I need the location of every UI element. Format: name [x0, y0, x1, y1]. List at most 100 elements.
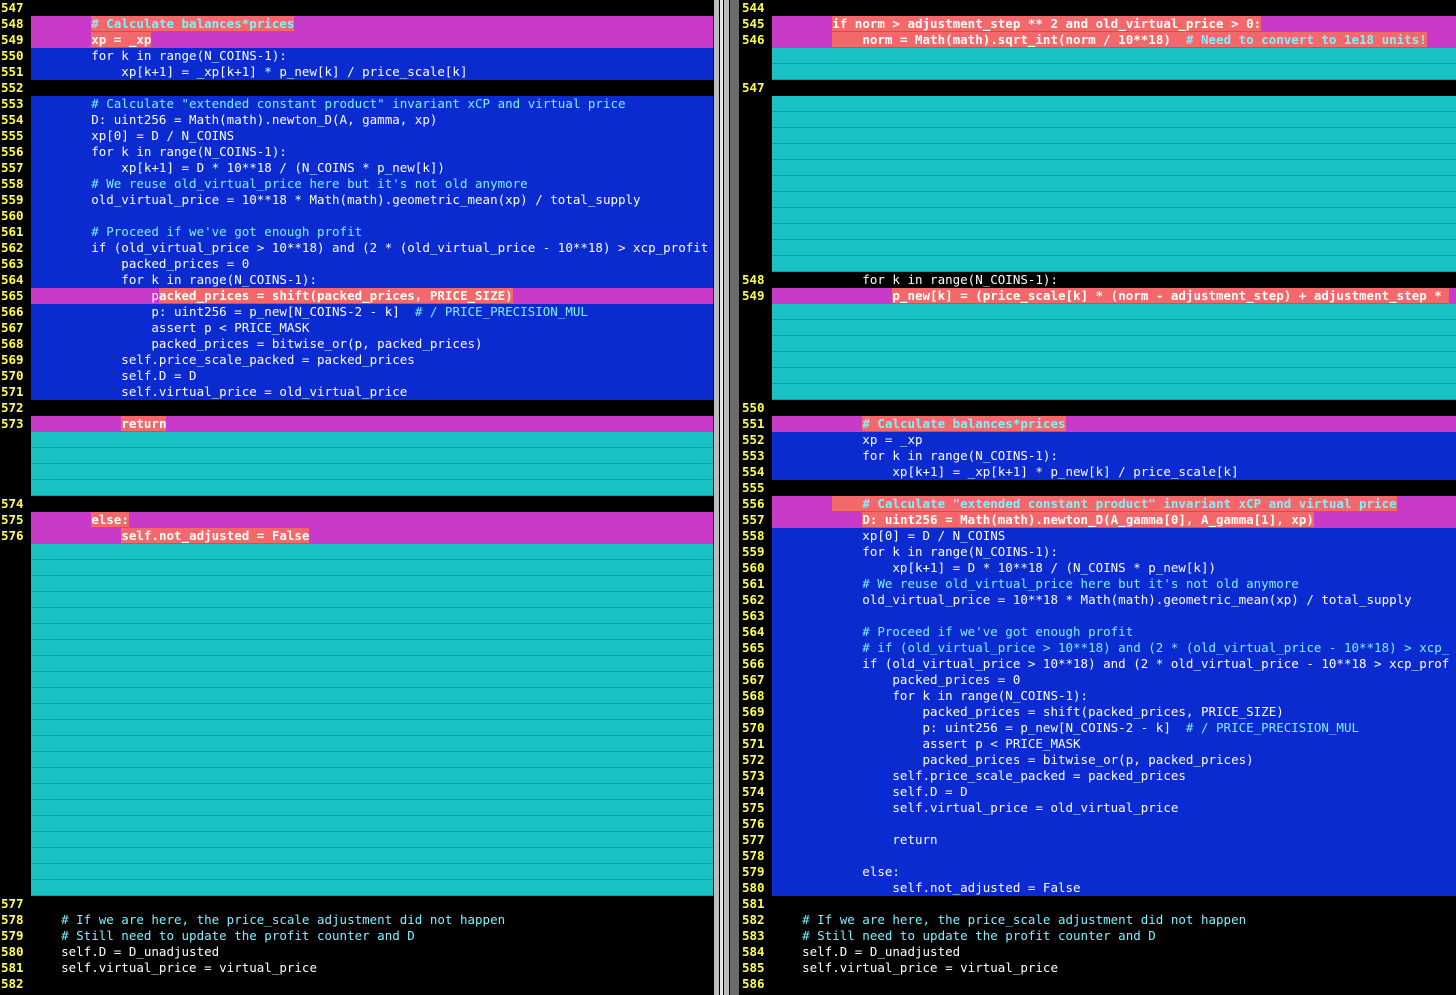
line-number: 578	[742, 848, 765, 863]
line-content	[31, 592, 713, 608]
line-content	[31, 736, 713, 752]
code-line: 569 self.price_scale_packed = packed_pri…	[0, 352, 713, 368]
line-number	[741, 208, 773, 224]
code-line: 550	[741, 400, 1456, 416]
line-number: 560	[1, 208, 24, 223]
line-number: 583	[742, 928, 765, 943]
line-number: 552	[742, 432, 765, 447]
diff-filler-row	[741, 192, 1456, 208]
line-number: 566	[742, 656, 765, 671]
pane-divider[interactable]	[713, 0, 741, 995]
diff-filler-row	[741, 320, 1456, 336]
line-content: for k in range(N_COINS-1):	[31, 144, 713, 160]
line-content	[772, 240, 1456, 256]
code-line: 582 # If we are here, the price_scale ad…	[741, 912, 1456, 928]
line-number	[0, 448, 32, 464]
code-line: 568 for k in range(N_COINS-1):	[741, 688, 1456, 704]
line-content: # We reuse old_virtual_price here but it…	[31, 176, 713, 192]
line-number	[741, 368, 773, 384]
code-line: 556 for k in range(N_COINS-1):	[0, 144, 713, 160]
diff-filler-row	[741, 240, 1456, 256]
right-diff-pane[interactable]: 544 545 if norm > adjustment_step ** 2 an…	[741, 0, 1456, 995]
line-number: 556	[1, 144, 24, 159]
diff-filler-row	[0, 784, 713, 800]
line-content: # Calculate "extended constant product" …	[31, 96, 713, 112]
line-number	[741, 160, 773, 176]
line-number	[0, 784, 32, 800]
line-content	[31, 80, 713, 96]
code-line: 569 packed_prices = shift(packed_prices,…	[741, 704, 1456, 720]
code-line: 563 packed_prices = 0	[0, 256, 713, 272]
code-line: 577 return	[741, 832, 1456, 848]
line-number	[0, 464, 32, 480]
code-text: D: uint256 = Math(math).newton_D(A_gamma…	[862, 512, 1314, 527]
code-line: 552 xp = _xp	[741, 432, 1456, 448]
code-text: xp = _xp	[91, 32, 152, 47]
diff-filler-row	[0, 816, 713, 832]
line-content	[31, 448, 713, 464]
line-number	[0, 624, 32, 640]
line-number: 571	[1, 384, 24, 399]
line-content: assert p < PRICE_MASK	[772, 736, 1456, 752]
divider-bar	[714, 0, 719, 995]
line-content	[772, 80, 1456, 96]
code-text: xp[k+1] = _xp[k+1] * p_new[k] / price_sc…	[772, 464, 1239, 479]
line-content: # Proceed if we've got enough profit	[772, 624, 1456, 640]
line-number	[0, 576, 32, 592]
line-content	[772, 320, 1456, 336]
code-line: 583 # Still need to update the profit co…	[741, 928, 1456, 944]
line-content	[772, 336, 1456, 352]
code-comment: # Still need to update the profit counte…	[31, 928, 415, 943]
line-content	[772, 896, 1456, 912]
line-number: 557	[1, 160, 24, 175]
code-line: 572	[0, 400, 713, 416]
line-content: old_virtual_price = 10**18 * Math(math).…	[772, 592, 1456, 608]
code-text: old_virtual_price = 10**18 * Math(math).…	[31, 192, 641, 207]
code-line: 580 self.D = D_unadjusted	[0, 944, 713, 960]
line-number: 558	[1, 176, 24, 191]
line-number	[0, 608, 32, 624]
line-number: 586	[742, 976, 765, 991]
code-line: 577	[0, 896, 713, 912]
code-line: 582	[0, 976, 713, 992]
code-line: 576 self.not_adjusted = False	[0, 528, 713, 544]
code-line: 554 D: uint256 = Math(math).newton_D(A, …	[0, 112, 713, 128]
line-number	[741, 336, 773, 352]
code-comment: # Calculate balances*prices	[862, 416, 1066, 431]
line-number	[0, 736, 32, 752]
line-content: else:	[31, 512, 713, 528]
line-content	[31, 832, 713, 848]
line-number: 567	[742, 672, 765, 687]
line-number: 572	[1, 400, 24, 415]
code-line: 573 self.price_scale_packed = packed_pri…	[741, 768, 1456, 784]
code-text: xp[0] = D / N_COINS	[31, 128, 235, 143]
diff-filler-row	[0, 656, 713, 672]
code-line: 580 self.not_adjusted = False	[741, 880, 1456, 896]
code-line: 553 # Calculate "extended constant produ…	[0, 96, 713, 112]
diff-filler-row	[0, 624, 713, 640]
line-number: 569	[742, 704, 765, 719]
line-number: 548	[1, 16, 24, 31]
line-number: 548	[742, 272, 765, 287]
code-line: 547	[741, 80, 1456, 96]
line-content	[772, 0, 1456, 16]
divider-bar	[730, 0, 739, 995]
line-number: 585	[742, 960, 765, 975]
code-text: self.virtual_price = old_virtual_price	[31, 384, 408, 399]
line-content	[772, 224, 1456, 240]
line-number: 554	[742, 464, 765, 479]
code-line: 578 # If we are here, the price_scale ad…	[0, 912, 713, 928]
code-line: 557 xp[k+1] = D * 10**18 / (N_COINS * p_…	[0, 160, 713, 176]
code-text: old_virtual_price = 10**18 * Math(math).…	[772, 592, 1412, 607]
code-text: if norm > adjustment_step ** 2 and old_v…	[832, 16, 1262, 31]
left-diff-pane[interactable]: 547 548 # Calculate balances*prices 549 xp…	[0, 0, 713, 995]
line-number: 563	[742, 608, 765, 623]
line-content: old_virtual_price = 10**18 * Math(math).…	[31, 192, 713, 208]
code-line: 559 old_virtual_price = 10**18 * Math(ma…	[0, 192, 713, 208]
diff-filler-row	[0, 448, 713, 464]
code-line: 568 packed_prices = bitwise_or(p, packed…	[0, 336, 713, 352]
line-number: 560	[742, 560, 765, 575]
